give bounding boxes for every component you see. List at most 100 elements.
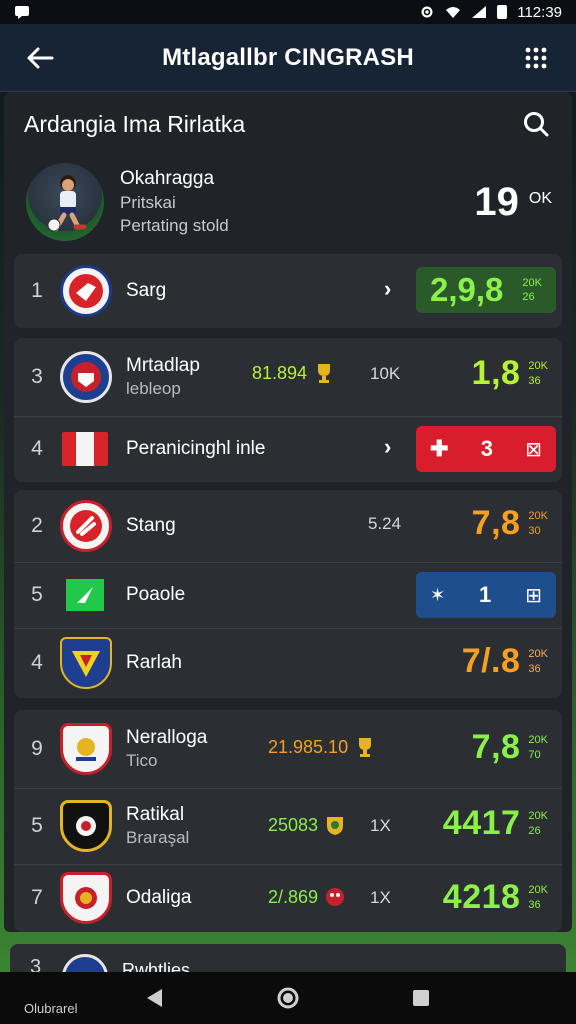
stat-bottom: 30 xyxy=(528,524,541,537)
team-stats: 20K 70 xyxy=(528,733,548,762)
team-crest-icon xyxy=(60,351,112,403)
app-title: Mtlagallbr CINGRASH xyxy=(162,43,414,71)
grid-icon xyxy=(525,47,547,68)
team-stats: 20K 26 xyxy=(528,809,548,838)
back-button[interactable] xyxy=(22,40,58,76)
team-row[interactable]: 4 Peranicinghl inle › ✚ 3 ⊠ xyxy=(14,416,562,482)
team-name: Mrtadlap xyxy=(126,354,200,376)
team-value: 2/.869 xyxy=(268,886,346,908)
team-text: Peranicinghl inle xyxy=(126,437,265,462)
team-score-group: 4218 20K 36 xyxy=(443,878,548,917)
star-icon: ✶ xyxy=(430,584,446,605)
section-title: Ardangia Ima Rirlatka xyxy=(24,110,246,137)
status-icons: 112:39 xyxy=(419,4,562,21)
team-card: 3 Mrtadlap lebleop 81.894 10K 1,8 20K 36 xyxy=(14,338,562,482)
recents-square-icon[interactable] xyxy=(410,987,432,1009)
team-value: 81.894 xyxy=(252,362,335,384)
team-text: Odaliga xyxy=(126,886,192,911)
team-row[interactable]: 7 Odaliga 2/.869 1X 4218 20K 36 xyxy=(14,864,562,932)
team-count: 10K xyxy=(370,364,401,383)
team-crest-icon xyxy=(60,265,112,317)
search-icon xyxy=(524,112,549,137)
team-card: 1 Sarg › 2,9,8 20K 26 xyxy=(14,254,562,328)
team-stats: 20K 36 xyxy=(528,359,548,388)
team-score-group: 1,8 20K 36 xyxy=(472,354,548,393)
team-name: Rarlah xyxy=(126,651,182,673)
team-score: 1,8 xyxy=(471,354,521,392)
team-score: 7/.8 xyxy=(461,642,521,680)
score-box: 2,9,8 20K 26 xyxy=(416,267,556,313)
next-team-card-partial[interactable]: 3 Rwhtlies xyxy=(10,944,566,974)
chevron-right-icon[interactable]: › xyxy=(384,434,391,460)
avatar xyxy=(26,163,104,241)
message-notification-icon xyxy=(15,6,29,19)
team-stats: 20K 26 xyxy=(522,276,542,305)
wifi-icon xyxy=(446,7,461,18)
team-row[interactable]: 5 Ratikal Braraşal 25083 1X 4417 20K 26 xyxy=(14,788,562,864)
team-crest-icon xyxy=(60,723,112,775)
trophy-icon xyxy=(359,738,372,757)
search-button[interactable] xyxy=(518,106,554,142)
team-rank: 7 xyxy=(31,886,43,909)
team-card: 2 Stang 5.24 7,8 20K 30 5 Poaole ✶ 1 ⊞ 4… xyxy=(14,490,562,698)
stat-bottom: 26 xyxy=(522,291,535,303)
team-value: 25083 xyxy=(268,814,346,836)
team-score: 7,8 xyxy=(471,728,521,766)
team-row[interactable]: 5 Poaole ✶ 1 ⊞ xyxy=(14,562,562,628)
stat-bottom: 26 xyxy=(528,824,541,837)
team-score-group: 4417 20K 26 xyxy=(443,804,548,843)
team-rank: 1 xyxy=(31,279,43,302)
section-header: Ardangia Ima Rirlatka xyxy=(24,104,554,144)
chevron-right-icon[interactable]: › xyxy=(384,276,391,302)
team-count: 1X xyxy=(370,888,391,907)
back-triangle-icon[interactable] xyxy=(144,987,166,1009)
signal-icon xyxy=(472,6,487,18)
team-text: Mrtadlap lebleop xyxy=(126,354,200,401)
arrow-left-icon xyxy=(27,47,54,68)
team-row[interactable]: 3 Mrtadlap lebleop 81.894 10K 1,8 20K 36 xyxy=(14,338,562,416)
grid-square-icon: ⊞ xyxy=(525,584,542,607)
team-row[interactable]: 1 Sarg › 2,9,8 20K 26 xyxy=(14,254,562,328)
team-sub: Tico xyxy=(126,751,158,771)
system-nav-bar: Olubrarel xyxy=(0,972,576,1024)
stat-top: 20K xyxy=(528,360,548,373)
team-score: 4417 xyxy=(442,804,521,842)
profile-row[interactable]: Okahragga Pritskai Pertating stold 19 OK xyxy=(26,162,552,242)
team-row[interactable]: 4 Rarlah 7/.8 20K 36 xyxy=(14,628,562,698)
team-crest-icon xyxy=(60,500,112,552)
team-row[interactable]: 9 Neralloga Tico 21.985.10 7,8 20K 70 xyxy=(14,710,562,788)
team-flag-icon xyxy=(62,432,108,466)
team-rank: 2 xyxy=(31,514,43,537)
team-text: Neralloga Tico xyxy=(126,726,207,773)
stat-top: 20K xyxy=(528,648,548,661)
grid-menu-button[interactable] xyxy=(518,40,554,76)
score-box: ✶ 1 ⊞ xyxy=(416,572,556,618)
team-name: Neralloga xyxy=(126,726,208,748)
team-rank: 9 xyxy=(31,737,43,760)
team-rank: 4 xyxy=(31,437,43,460)
team-text: Stang xyxy=(126,514,176,539)
team-name: Peranicinghl inle xyxy=(126,437,266,459)
team-score: 7,8 xyxy=(471,504,521,542)
box-value: 3 xyxy=(480,436,493,461)
team-text: Ratikal Braraşal xyxy=(126,803,189,850)
team-name: Poaole xyxy=(126,583,186,605)
team-count: 5.24 xyxy=(368,514,402,533)
team-text: Rarlah xyxy=(126,651,182,676)
leaderboard-panel: Ardangia Ima Rirlatka Okahragga Pritskai… xyxy=(4,92,572,932)
team-flag-icon xyxy=(66,579,104,611)
crest-small-icon xyxy=(327,817,344,835)
profile-text: Okahragga Pritskai Pertating stold xyxy=(120,166,229,238)
stat-top: 20K xyxy=(528,510,548,523)
team-row[interactable]: 2 Stang 5.24 7,8 20K 30 xyxy=(14,490,562,562)
stat-top: 20K xyxy=(522,276,542,289)
team-stats: 20K 36 xyxy=(528,883,548,912)
team-score: 4218 xyxy=(442,878,521,916)
nav-footnote: Olubrarel xyxy=(24,1001,78,1016)
home-circle-icon[interactable] xyxy=(276,986,300,1010)
box-value: 1 xyxy=(479,582,492,607)
team-name: Ratikal xyxy=(126,803,185,825)
team-crest-icon xyxy=(60,800,112,852)
team-stats: 20K 30 xyxy=(528,509,548,538)
profile-name: Okahragga xyxy=(120,168,215,190)
